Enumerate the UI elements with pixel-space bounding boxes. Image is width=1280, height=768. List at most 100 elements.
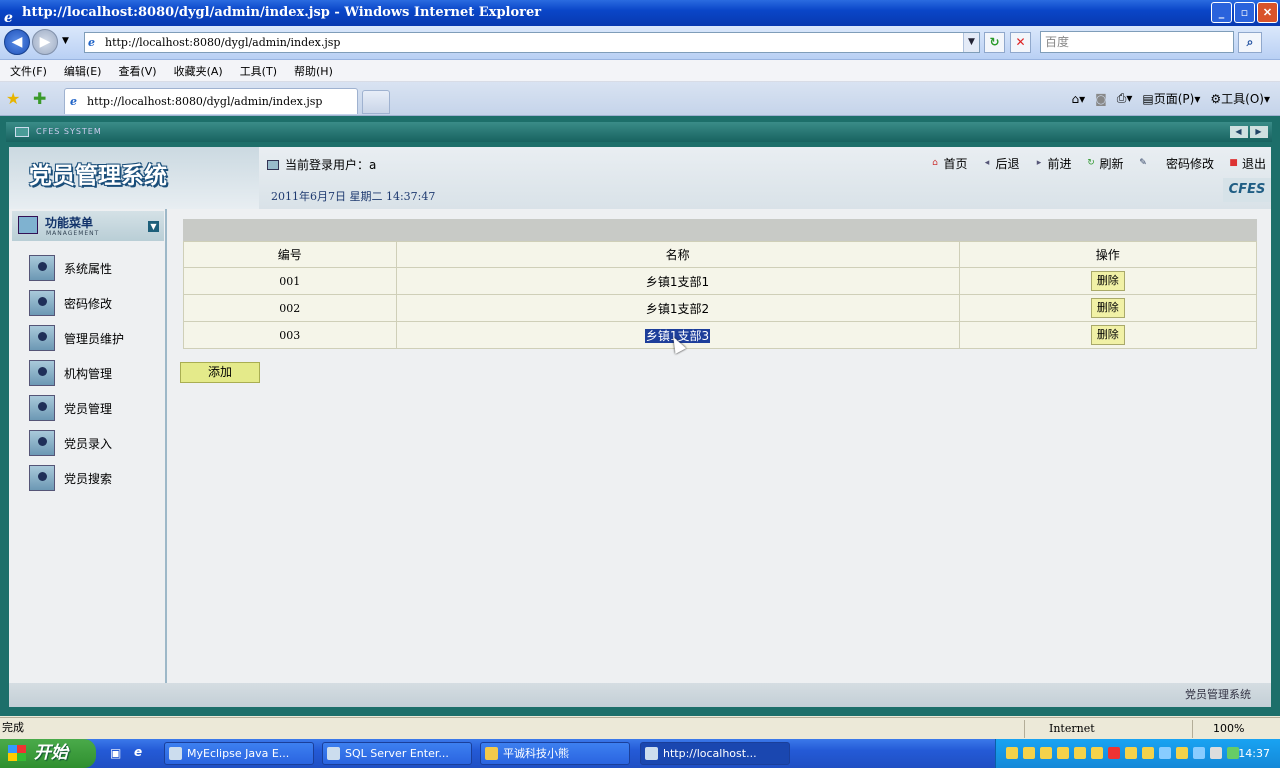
sidebar-item-admin-maintenance[interactable]: 管理员维护 <box>29 324 124 352</box>
start-button[interactable]: 开始 <box>0 739 96 768</box>
cell-action: 删除 <box>958 321 1258 349</box>
address-dropdown-icon[interactable]: ▼ <box>963 33 979 52</box>
cell-action: 删除 <box>958 267 1258 295</box>
new-tab-button[interactable] <box>362 90 390 114</box>
nav-logout[interactable]: ■ 退出 <box>1228 155 1266 172</box>
quicklaunch-ie-icon[interactable]: e <box>134 745 142 759</box>
forward-arrow-icon: ▸ <box>1036 158 1042 168</box>
window-icon <box>267 160 279 170</box>
sidebar-item-system-properties[interactable]: 系统属性 <box>29 254 112 282</box>
tab-label: http://localhost:8080/dygl/admin/index.j… <box>87 95 323 108</box>
table-row: 003 乡镇1支部3 删除 <box>183 321 1258 349</box>
sidebar-item-member-search[interactable]: 党员搜索 <box>29 464 112 492</box>
page-menu-button[interactable]: ▤页面(P)▾ <box>1142 90 1200 107</box>
search-icon[interactable]: ⌕ <box>1238 32 1262 53</box>
refresh-icon[interactable]: ↻ <box>984 32 1005 53</box>
user-icon <box>29 395 55 421</box>
add-button[interactable]: 添加 <box>180 362 260 383</box>
sidebar: 功能菜单 MANAGEMENT ▼ 系统属性 密码修改 管理员维护 机构管理 党… <box>9 209 167 683</box>
search-input[interactable]: 百度 <box>1040 31 1234 53</box>
sidebar-item-org-management[interactable]: 机构管理 <box>29 359 112 387</box>
taskbar-item-sql-server[interactable]: SQL Server Enter... <box>322 742 472 765</box>
column-header-action: 操作 <box>958 241 1258 268</box>
close-button[interactable]: ✕ <box>1257 2 1278 23</box>
menu-file[interactable]: 文件(F) <box>10 63 47 79</box>
print-icon[interactable]: ⎙▾ <box>1117 91 1133 106</box>
maximize-button[interactable]: ▫ <box>1234 2 1255 23</box>
zoom-level[interactable]: 100% <box>1192 720 1272 738</box>
window-title: http://localhost:8080/dygl/admin/index.j… <box>22 5 542 20</box>
delete-button[interactable]: 删除 <box>1090 298 1125 318</box>
collapse-icon[interactable]: ▼ <box>148 221 159 232</box>
tab-page-icon: e <box>70 95 77 108</box>
user-icon <box>29 255 55 281</box>
cfes-logo: CFES <box>1223 178 1271 202</box>
tray-qq-icon[interactable] <box>1142 747 1154 759</box>
tray-arrow-icon[interactable] <box>1023 747 1035 759</box>
rss-feed-icon[interactable]: ◙ <box>1095 92 1107 106</box>
nav-forward[interactable]: ▸ 前进 <box>1033 155 1072 172</box>
tray-sogou-icon[interactable] <box>1108 747 1120 759</box>
minimize-button[interactable]: _ <box>1211 2 1232 23</box>
back-button[interactable]: ◀ <box>4 29 30 55</box>
tray-qq-icon[interactable] <box>1074 747 1086 759</box>
scroll-right-icon[interactable]: ▶ <box>1250 126 1268 138</box>
browser-tab[interactable]: e http://localhost:8080/dygl/admin/index… <box>64 88 358 114</box>
taskbar-item-myeclipse[interactable]: MyEclipse Java E... <box>164 742 314 765</box>
taskbar-clock: 14:37 <box>1238 747 1270 760</box>
nav-refresh[interactable]: ↻ 刷新 <box>1086 155 1123 172</box>
cell-id: 003 <box>183 321 397 349</box>
add-favorite-icon[interactable]: ✚ <box>33 89 46 108</box>
table-header-row: 编号 名称 操作 <box>183 241 1258 268</box>
delete-button[interactable]: 删除 <box>1090 325 1125 345</box>
tray-security-icon[interactable] <box>1227 747 1239 759</box>
taskbar-item-ie[interactable]: http://localhost... <box>640 742 790 765</box>
user-icon <box>29 430 55 456</box>
nav-change-password[interactable]: ✎ 密码修改 <box>1138 155 1214 172</box>
delete-button[interactable]: 删除 <box>1090 271 1125 291</box>
current-user-info: 当前登录用户：a <box>267 156 376 173</box>
menu-help[interactable]: 帮助(H) <box>294 63 333 79</box>
forward-button[interactable]: ▶ <box>32 29 58 55</box>
stop-icon[interactable]: ✕ <box>1010 32 1031 53</box>
sql-server-icon <box>327 747 340 760</box>
menu-edit[interactable]: 编辑(E) <box>64 63 102 79</box>
app-header: 党员管理系统 当前登录用户：a 2011年6月7日 星期二 14:37:47 ⌂… <box>9 147 1271 209</box>
system-tag: CFES SYSTEM <box>36 127 102 136</box>
menu-subtitle: MANAGEMENT <box>46 230 100 237</box>
taskbar-item-folder[interactable]: 平诚科技小熊 <box>480 742 630 765</box>
menu-favorites[interactable]: 收藏夹(A) <box>174 63 223 79</box>
cell-id: 002 <box>183 294 397 322</box>
app-body: 党员管理系统 当前登录用户：a 2011年6月7日 星期二 14:37:47 ⌂… <box>9 147 1271 707</box>
refresh-icon: ↻ <box>1087 158 1095 168</box>
column-header-id: 编号 <box>183 241 397 268</box>
tray-network-icon[interactable] <box>1159 747 1171 759</box>
home-icon[interactable]: ⌂▾ <box>1071 92 1085 106</box>
sidebar-item-member-management[interactable]: 党员管理 <box>29 394 112 422</box>
nav-back[interactable]: ◂ 后退 <box>981 155 1020 172</box>
tray-network-icon[interactable] <box>1193 747 1205 759</box>
table-title-bar <box>183 219 1257 241</box>
scroll-left-icon[interactable]: ◀ <box>1230 126 1248 138</box>
quicklaunch-desktop-icon[interactable]: ▣ <box>110 746 121 760</box>
history-dropdown-icon[interactable]: ▼ <box>62 36 69 46</box>
address-input[interactable]: e http://localhost:8080/dygl/admin/index… <box>84 32 980 53</box>
sidebar-item-member-entry[interactable]: 党员录入 <box>29 429 112 457</box>
favorites-star-icon[interactable]: ★ <box>6 89 20 108</box>
tray-qq-icon[interactable] <box>1125 747 1137 759</box>
tray-qq-icon[interactable] <box>1091 747 1103 759</box>
tray-keyboard-icon[interactable] <box>1006 747 1018 759</box>
nav-home[interactable]: ⌂ 首页 <box>929 155 967 172</box>
edit-icon: ✎ <box>1139 158 1147 168</box>
app-footer: 党员管理系统 <box>9 683 1271 707</box>
menu-tools[interactable]: 工具(T) <box>240 63 277 79</box>
tray-qq-icon[interactable] <box>1176 747 1188 759</box>
sidebar-item-change-password[interactable]: 密码修改 <box>29 289 112 317</box>
page-icon: e <box>88 36 95 49</box>
table-row: 002 乡镇1支部2 删除 <box>183 294 1258 322</box>
tray-qq-icon[interactable] <box>1057 747 1069 759</box>
tray-volume-icon[interactable] <box>1210 747 1222 759</box>
tray-qq-icon[interactable] <box>1040 747 1052 759</box>
tools-menu-button[interactable]: ⚙工具(O)▾ <box>1210 90 1270 107</box>
menu-view[interactable]: 查看(V) <box>118 63 156 79</box>
